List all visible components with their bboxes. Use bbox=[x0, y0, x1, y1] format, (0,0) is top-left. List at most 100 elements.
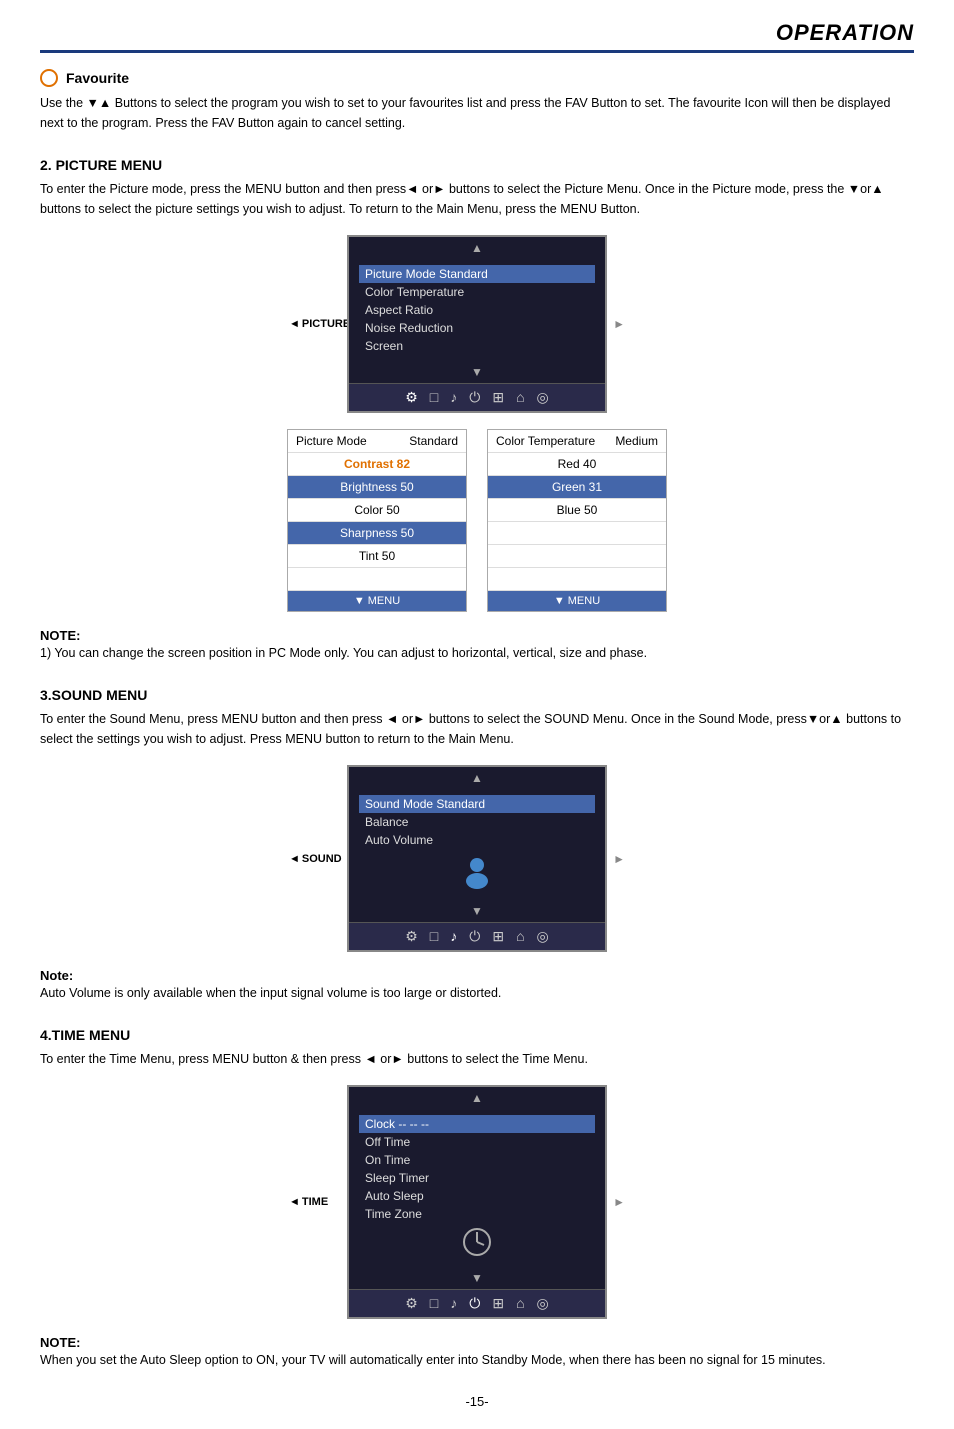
clock-item: Clock -- -- -- bbox=[359, 1115, 595, 1133]
on-time-item: On Time bbox=[359, 1151, 595, 1169]
grid-icon-t: ⊞ bbox=[492, 1295, 504, 1312]
sound-note: Note: Auto Volume is only available when… bbox=[40, 968, 914, 1003]
picture-left-label: ◄PICTURE bbox=[289, 318, 350, 330]
person-icon bbox=[459, 855, 495, 891]
sound-menu-title: 3.SOUND MENU bbox=[40, 687, 914, 703]
blue-row: Blue 50 bbox=[488, 499, 666, 522]
page-title: OPERATION bbox=[776, 20, 914, 46]
target-icon-t: ◎ bbox=[537, 1295, 549, 1312]
empty-row-r3 bbox=[488, 568, 666, 591]
screen-icon: □ bbox=[430, 389, 438, 406]
time-note-title: NOTE: bbox=[40, 1335, 80, 1350]
time-menu-section: 4.TIME MENU To enter the Time Menu, pres… bbox=[40, 1027, 914, 1370]
picture-note-body: 1) You can change the screen position in… bbox=[40, 643, 914, 663]
sound-menu-section: 3.SOUND MENU To enter the Sound Menu, pr… bbox=[40, 687, 914, 1003]
tv-menu-container-time: ◄TIME ▲ Clock -- -- -- Off Time On Time … bbox=[40, 1085, 914, 1319]
red-row: Red 40 bbox=[488, 453, 666, 476]
sound-icon-s: ♪ bbox=[450, 928, 457, 945]
sound-icon-t: ♪ bbox=[450, 1295, 457, 1312]
page-number: -15- bbox=[40, 1394, 914, 1409]
target-icon: ◎ bbox=[537, 389, 549, 406]
picture-note: NOTE: 1) You can change the screen posit… bbox=[40, 628, 914, 663]
power-icon-s: ⏻ bbox=[469, 928, 480, 945]
tint-row: Tint 50 bbox=[288, 545, 466, 568]
sound-icon: ♪ bbox=[450, 389, 457, 406]
picture-settings-tables: Picture Mode Standard Contrast 82 Bright… bbox=[40, 429, 914, 612]
left-menu-label: ▼ MENU bbox=[354, 595, 400, 607]
time-left-label: ◄TIME bbox=[289, 1196, 328, 1208]
menu-icons-bar: ⚙ □ ♪ ⏻ ⊞ ⌂ ◎ bbox=[349, 383, 605, 411]
time-tv-menu: ▲ Clock -- -- -- Off Time On Time Sleep … bbox=[347, 1085, 607, 1319]
time-icons-bar: ⚙ □ ♪ ⏻ ⊞ ⌂ ◎ bbox=[349, 1289, 605, 1317]
empty-row-left bbox=[288, 568, 466, 591]
right-menu-row: ▼ MENU bbox=[488, 591, 666, 611]
menu-item-picture-mode: Picture Mode Standard bbox=[359, 265, 595, 283]
sleep-timer-item: Sleep Timer bbox=[359, 1169, 595, 1187]
left-menu-row: ▼ MENU bbox=[288, 591, 466, 611]
grid-icon-s: ⊞ bbox=[492, 928, 504, 945]
gear-icon-t: ⚙ bbox=[405, 1295, 418, 1312]
power-icon-t: ⏻ bbox=[469, 1295, 480, 1312]
left-header-value: Standard bbox=[409, 434, 458, 448]
sound-mode-item: Sound Mode Standard bbox=[359, 795, 595, 813]
picture-right-table: Color Temperature Medium Red 40 Green 31… bbox=[487, 429, 667, 612]
sound-tv-menu: ▲ Sound Mode Standard Balance Auto Volum… bbox=[347, 765, 607, 952]
menu-arrow-down: ▼ bbox=[349, 361, 605, 383]
tv-menu-container-sound: ◄SOUND ▲ Sound Mode Standard Balance Aut… bbox=[40, 765, 914, 952]
time-note-body: When you set the Auto Sleep option to ON… bbox=[40, 1350, 914, 1370]
time-right-arrow: ► bbox=[613, 1195, 625, 1209]
sound-note-title: Note: bbox=[40, 968, 73, 983]
auto-sleep-item: Auto Sleep bbox=[359, 1187, 595, 1205]
sound-note-body: Auto Volume is only available when the i… bbox=[40, 983, 914, 1003]
time-menu-body: To enter the Time Menu, press MENU butto… bbox=[40, 1049, 914, 1069]
green-row: Green 31 bbox=[488, 476, 666, 499]
gear-icon: ⚙ bbox=[405, 389, 418, 406]
favourite-icon bbox=[40, 69, 58, 87]
sound-left-label: ◄SOUND bbox=[289, 853, 342, 865]
right-table-header: Color Temperature Medium bbox=[488, 430, 666, 453]
gear-icon-s: ⚙ bbox=[405, 928, 418, 945]
brightness-row: Brightness 50 bbox=[288, 476, 466, 499]
picture-menu-section: 2. PICTURE MENU To enter the Picture mod… bbox=[40, 157, 914, 663]
picture-note-title: NOTE: bbox=[40, 628, 80, 643]
picture-right-arrow: ► bbox=[613, 317, 625, 331]
time-menu-items: Clock -- -- -- Off Time On Time Sleep Ti… bbox=[349, 1109, 605, 1267]
sharpness-row: Sharpness 50 bbox=[288, 522, 466, 545]
time-arrow-down: ▼ bbox=[349, 1267, 605, 1289]
menu-arrow-up: ▲ bbox=[349, 237, 605, 259]
menu-item-color-temp: Color Temperature bbox=[359, 283, 595, 301]
right-header-label: Color Temperature bbox=[496, 434, 595, 448]
sound-arrow-down: ▼ bbox=[349, 900, 605, 922]
clock-illustration bbox=[462, 1227, 492, 1257]
time-note: NOTE: When you set the Auto Sleep option… bbox=[40, 1335, 914, 1370]
menu-item-screen: Screen bbox=[359, 337, 595, 355]
left-header-label: Picture Mode bbox=[296, 434, 367, 448]
sound-arrow-up: ▲ bbox=[349, 767, 605, 789]
menu-item-aspect-ratio: Aspect Ratio bbox=[359, 301, 595, 319]
off-time-item: Off Time bbox=[359, 1133, 595, 1151]
tv-menu-container-picture: ◄PICTURE ▲ Picture Mode Standard Color T… bbox=[40, 235, 914, 413]
favourite-header: Favourite bbox=[40, 69, 914, 87]
balance-item: Balance bbox=[359, 813, 595, 831]
grid-icon: ⊞ bbox=[492, 389, 504, 406]
screen-icon-t: □ bbox=[430, 1295, 438, 1312]
sound-menu-items: Sound Mode Standard Balance Auto Volume bbox=[349, 789, 605, 900]
favourite-section: Favourite Use the ▼▲ Buttons to select t… bbox=[40, 69, 914, 133]
left-table-header: Picture Mode Standard bbox=[288, 430, 466, 453]
power-icon: ⏻ bbox=[469, 389, 480, 406]
picture-menu-title: 2. PICTURE MENU bbox=[40, 157, 914, 173]
picture-left-table: Picture Mode Standard Contrast 82 Bright… bbox=[287, 429, 467, 612]
header-bar: OPERATION bbox=[40, 20, 914, 53]
menu-items-picture: Picture Mode Standard Color Temperature … bbox=[349, 259, 605, 361]
sound-right-arrow: ► bbox=[613, 852, 625, 866]
time-menu-title: 4.TIME MENU bbox=[40, 1027, 914, 1043]
time-zone-item: Time Zone bbox=[359, 1205, 595, 1223]
empty-row-r2 bbox=[488, 545, 666, 568]
sound-menu-body: To enter the Sound Menu, press MENU butt… bbox=[40, 709, 914, 749]
picture-tv-menu: ▲ Picture Mode Standard Color Temperatur… bbox=[347, 235, 607, 413]
target-icon-s: ◎ bbox=[537, 928, 549, 945]
sound-icons-bar: ⚙ □ ♪ ⏻ ⊞ ⌂ ◎ bbox=[349, 922, 605, 950]
auto-volume-item: Auto Volume bbox=[359, 831, 595, 849]
empty-row-r1 bbox=[488, 522, 666, 545]
menu-item-noise-reduction: Noise Reduction bbox=[359, 319, 595, 337]
